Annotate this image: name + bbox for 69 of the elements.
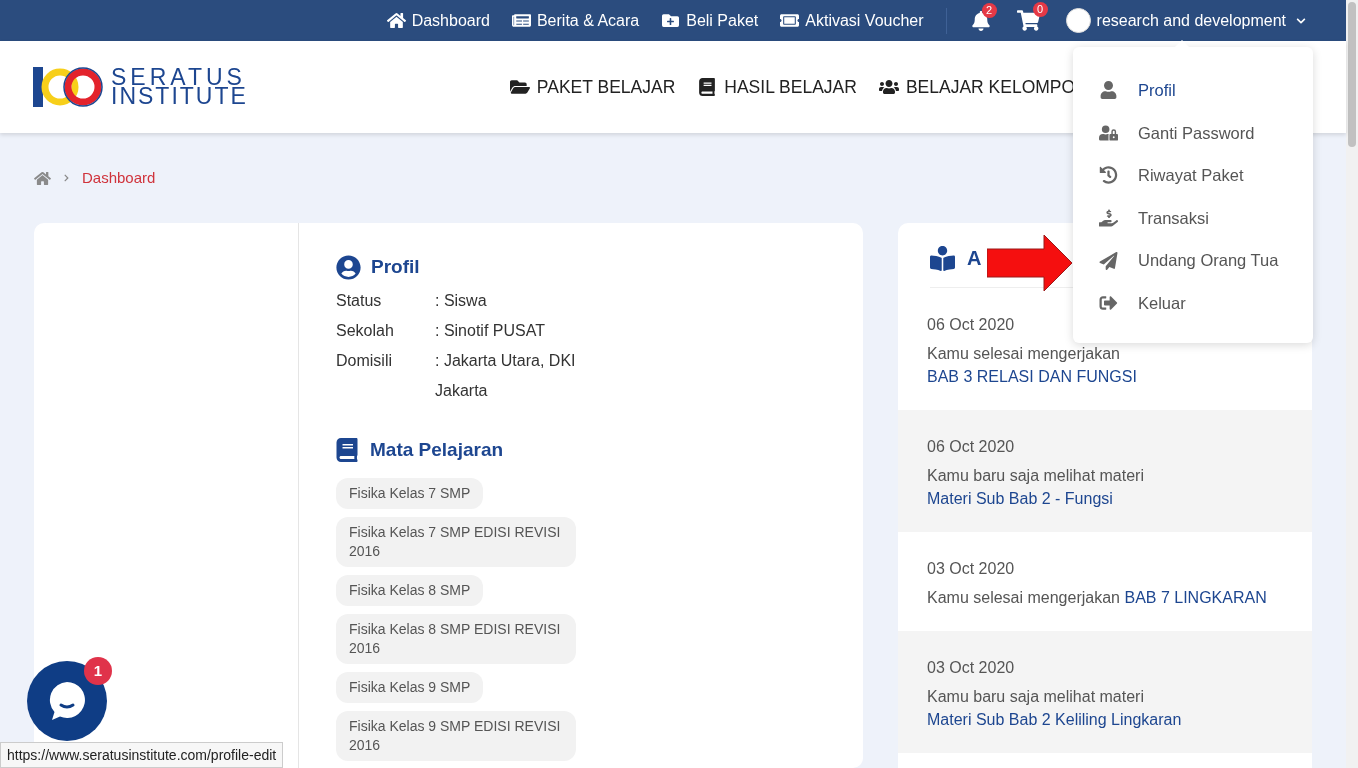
field-value: : Siswa bbox=[435, 290, 488, 311]
house-icon[interactable] bbox=[34, 170, 51, 186]
book-icon bbox=[697, 78, 718, 96]
menu-item[interactable]: Profil bbox=[1073, 69, 1313, 112]
nav-link[interactable]: Dashboard bbox=[386, 8, 490, 33]
user-icon bbox=[1099, 81, 1118, 100]
paper-plane-icon bbox=[1099, 251, 1118, 270]
activity-text: Kamu selesai mengerjakan BAB 3 RELASI DAN FUNGSI bbox=[927, 344, 1138, 387]
section-title: Profil bbox=[371, 255, 420, 279]
chevron-right-icon bbox=[63, 174, 70, 182]
activity-text: Kamu baru saja melihat materi Materi Sub Bab 2 - Fungsi bbox=[927, 466, 1145, 509]
field-value: : Jakarta Utara, DKI Jakarta bbox=[435, 350, 577, 401]
subject-tag: Fisika Kelas 8 SMP bbox=[336, 575, 484, 606]
activity-text: Kamu selesai mengerjakan BAB 7 LINGKARAN bbox=[927, 588, 1268, 608]
subject-tag: Fisika Kelas 9 SMP EDISI REVISI 2016 bbox=[336, 711, 576, 761]
subject-tag: Fisika Kelas 7 SMP bbox=[336, 478, 484, 509]
nav-link[interactable]: Berita & Acara bbox=[511, 8, 640, 33]
sign-out-icon bbox=[1099, 294, 1118, 313]
section-title: Mata Pelajaran bbox=[370, 437, 504, 462]
activity-date: 06 Oct 2020 bbox=[927, 437, 1016, 457]
section-title: A bbox=[967, 246, 982, 271]
subject-tag: Fisika Kelas 8 SMP EDISI REVISI 2016 bbox=[336, 614, 576, 664]
menu-item[interactable]: Undang Orang Tua bbox=[1073, 239, 1313, 282]
subject-tag: Fisika Kelas 9 SMP bbox=[336, 672, 484, 703]
notification-badge: 2 bbox=[981, 2, 997, 18]
header-menu-link[interactable]: HASIL BELAJAR bbox=[697, 73, 857, 101]
activity-link[interactable]: BAB 7 LINGKARAN bbox=[1124, 589, 1267, 606]
subject-tag: Fisika Kelas 7 SMP EDISI REVISI 2016 bbox=[336, 517, 576, 567]
menu-item[interactable]: Keluar bbox=[1073, 281, 1313, 325]
activity-date: 03 Oct 2020 bbox=[927, 658, 1016, 678]
header-menu-link[interactable]: PAKET BELAJAR bbox=[509, 73, 676, 101]
activity-date: 03 Oct 2020 bbox=[927, 559, 1016, 579]
ticket-icon bbox=[780, 12, 800, 29]
user-lock-icon bbox=[1099, 123, 1118, 142]
avatar[interactable] bbox=[1065, 8, 1091, 33]
logo-rings-icon bbox=[33, 66, 105, 108]
menu-item[interactable]: Ganti Password bbox=[1073, 111, 1313, 155]
header-menu-link[interactable]: BELAJAR KELOMPO bbox=[878, 73, 1076, 101]
menu-item[interactable]: Transaksi bbox=[1073, 196, 1313, 240]
nav-link[interactable]: Aktivasi Voucher bbox=[780, 8, 924, 33]
activity-text: Kamu baru saja melihat materi Materi Sub Bab 2 Keliling Lingkaran bbox=[927, 687, 1183, 730]
breadcrumb-link[interactable]: Dashboard bbox=[82, 166, 156, 190]
folder-plus-icon bbox=[661, 12, 681, 29]
hand-coin-icon bbox=[1099, 209, 1118, 228]
logo-text: SERATUS bbox=[111, 68, 247, 87]
chat-bubble-icon bbox=[48, 681, 86, 721]
field-value: : Sinotif PUSAT bbox=[435, 320, 546, 341]
activity-date: 06 Oct 2020 bbox=[927, 315, 1016, 335]
reader-icon bbox=[930, 245, 955, 271]
menu-item[interactable]: Riwayat Paket bbox=[1073, 154, 1313, 197]
user-menu-toggle[interactable]: research and development bbox=[1096, 8, 1306, 33]
logo-text: INSTITUTE bbox=[111, 87, 248, 106]
activity-link[interactable]: Materi Sub Bab 2 - Fungsi bbox=[927, 490, 1113, 507]
folder-icon bbox=[509, 78, 530, 96]
book-icon bbox=[336, 437, 358, 462]
newspaper-icon bbox=[511, 12, 531, 29]
people-icon bbox=[878, 78, 899, 96]
status-url: https://www.seratusinstitute.com/profile-edit bbox=[0, 742, 284, 768]
chevron-down-icon bbox=[1296, 15, 1306, 26]
activity-link[interactable]: Materi Sub Bab 2 Keliling Lingkaran bbox=[927, 711, 1182, 728]
arrow-icon bbox=[987, 235, 1072, 291]
field-label: Status bbox=[336, 290, 383, 311]
field-label: Domisili bbox=[336, 350, 393, 371]
history-icon bbox=[1099, 166, 1118, 185]
field-label: Sekolah bbox=[336, 320, 395, 341]
nav-link[interactable]: Beli Paket bbox=[661, 8, 759, 33]
activity-link[interactable]: BAB 3 RELASI DAN FUNGSI bbox=[927, 368, 1137, 385]
cart-badge: 0 bbox=[1032, 2, 1048, 17]
house-icon bbox=[386, 12, 406, 29]
